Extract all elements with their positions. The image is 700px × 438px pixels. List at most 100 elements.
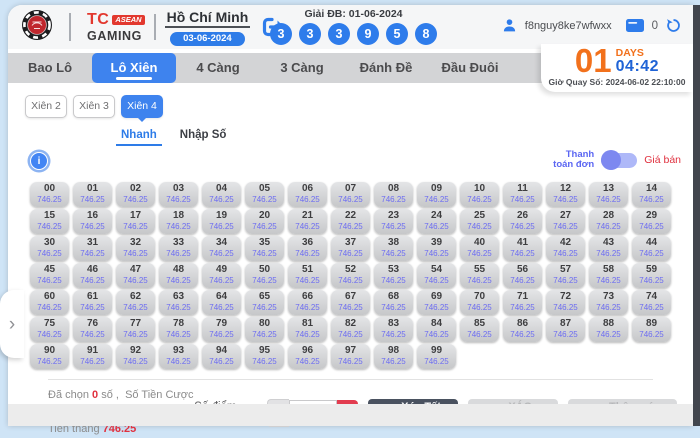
number-cell-55[interactable]: 55746.25 (460, 263, 499, 288)
number-cell-96[interactable]: 96746.25 (288, 344, 327, 369)
number-cell-45[interactable]: 45746.25 (30, 263, 69, 288)
number-cell-69[interactable]: 69746.25 (417, 290, 456, 315)
number-cell-71[interactable]: 71746.25 (503, 290, 542, 315)
number-cell-88[interactable]: 88746.25 (589, 317, 628, 342)
number-cell-94[interactable]: 94746.25 (202, 344, 241, 369)
number-cell-10[interactable]: 10746.25 (460, 182, 499, 207)
number-cell-81[interactable]: 81746.25 (288, 317, 327, 342)
tab-4-càng[interactable]: 4 Càng (176, 53, 260, 83)
number-cell-03[interactable]: 03746.25 (159, 182, 198, 207)
number-cell-62[interactable]: 62746.25 (116, 290, 155, 315)
number-cell-92[interactable]: 92746.25 (116, 344, 155, 369)
number-cell-48[interactable]: 48746.25 (159, 263, 198, 288)
number-cell-04[interactable]: 04746.25 (202, 182, 241, 207)
number-cell-93[interactable]: 93746.25 (159, 344, 198, 369)
number-cell-42[interactable]: 42746.25 (546, 236, 585, 261)
number-cell-51[interactable]: 51746.25 (288, 263, 327, 288)
number-cell-61[interactable]: 61746.25 (73, 290, 112, 315)
tab-lô-xiên[interactable]: Lô Xiên (92, 53, 176, 83)
number-cell-16[interactable]: 16746.25 (73, 209, 112, 234)
subtab-xiên-4[interactable]: Xiên 4 (121, 95, 163, 118)
number-cell-12[interactable]: 12746.25 (546, 182, 585, 207)
number-cell-68[interactable]: 68746.25 (374, 290, 413, 315)
number-cell-14[interactable]: 14746.25 (632, 182, 671, 207)
number-cell-20[interactable]: 20746.25 (245, 209, 284, 234)
number-cell-54[interactable]: 54746.25 (417, 263, 456, 288)
number-cell-23[interactable]: 23746.25 (374, 209, 413, 234)
number-cell-99[interactable]: 99746.25 (417, 344, 456, 369)
number-cell-25[interactable]: 25746.25 (460, 209, 499, 234)
number-cell-17[interactable]: 17746.25 (116, 209, 155, 234)
number-cell-07[interactable]: 07746.25 (331, 182, 370, 207)
number-cell-09[interactable]: 09746.25 (417, 182, 456, 207)
number-cell-75[interactable]: 75746.25 (30, 317, 69, 342)
number-cell-32[interactable]: 32746.25 (116, 236, 155, 261)
number-cell-29[interactable]: 29746.25 (632, 209, 671, 234)
number-cell-28[interactable]: 28746.25 (589, 209, 628, 234)
number-cell-06[interactable]: 06746.25 (288, 182, 327, 207)
number-cell-50[interactable]: 50746.25 (245, 263, 284, 288)
number-cell-40[interactable]: 40746.25 (460, 236, 499, 261)
number-cell-22[interactable]: 22746.25 (331, 209, 370, 234)
number-cell-66[interactable]: 66746.25 (288, 290, 327, 315)
number-cell-36[interactable]: 36746.25 (288, 236, 327, 261)
number-cell-60[interactable]: 60746.25 (30, 290, 69, 315)
number-cell-85[interactable]: 85746.25 (460, 317, 499, 342)
number-cell-15[interactable]: 15746.25 (30, 209, 69, 234)
number-cell-59[interactable]: 59746.25 (632, 263, 671, 288)
number-cell-53[interactable]: 53746.25 (374, 263, 413, 288)
tab-đánh-đề[interactable]: Đánh Đề (344, 53, 428, 83)
number-cell-31[interactable]: 31746.25 (73, 236, 112, 261)
number-cell-72[interactable]: 72746.25 (546, 290, 585, 315)
info-icon[interactable]: i (30, 152, 48, 170)
number-cell-79[interactable]: 79746.25 (202, 317, 241, 342)
number-cell-38[interactable]: 38746.25 (374, 236, 413, 261)
number-cell-37[interactable]: 37746.25 (331, 236, 370, 261)
number-cell-64[interactable]: 64746.25 (202, 290, 241, 315)
number-cell-63[interactable]: 63746.25 (159, 290, 198, 315)
number-cell-77[interactable]: 77746.25 (116, 317, 155, 342)
number-cell-74[interactable]: 74746.25 (632, 290, 671, 315)
number-cell-97[interactable]: 97746.25 (331, 344, 370, 369)
number-cell-33[interactable]: 33746.25 (159, 236, 198, 261)
number-cell-87[interactable]: 87746.25 (546, 317, 585, 342)
number-cell-01[interactable]: 01746.25 (73, 182, 112, 207)
number-cell-78[interactable]: 78746.25 (159, 317, 198, 342)
subtab-xiên-2[interactable]: Xiên 2 (25, 95, 67, 118)
tab-nhap-so[interactable]: Nhập Số (178, 129, 229, 146)
number-cell-52[interactable]: 52746.25 (331, 263, 370, 288)
number-cell-34[interactable]: 34746.25 (202, 236, 241, 261)
number-cell-11[interactable]: 11746.25 (503, 182, 542, 207)
number-cell-46[interactable]: 46746.25 (73, 263, 112, 288)
number-cell-80[interactable]: 80746.25 (245, 317, 284, 342)
number-cell-70[interactable]: 70746.25 (460, 290, 499, 315)
side-drawer-handle[interactable]: › (0, 290, 24, 358)
number-cell-89[interactable]: 89746.25 (632, 317, 671, 342)
number-cell-19[interactable]: 19746.25 (202, 209, 241, 234)
number-cell-83[interactable]: 83746.25 (374, 317, 413, 342)
number-cell-43[interactable]: 43746.25 (589, 236, 628, 261)
number-cell-39[interactable]: 39746.25 (417, 236, 456, 261)
number-cell-05[interactable]: 05746.25 (245, 182, 284, 207)
number-cell-98[interactable]: 98746.25 (374, 344, 413, 369)
number-cell-26[interactable]: 26746.25 (503, 209, 542, 234)
wallet-icon[interactable] (626, 19, 644, 32)
number-cell-65[interactable]: 65746.25 (245, 290, 284, 315)
number-cell-35[interactable]: 35746.25 (245, 236, 284, 261)
number-cell-21[interactable]: 21746.25 (288, 209, 327, 234)
tab-bao-lô[interactable]: Bao Lô (8, 53, 92, 83)
subtab-xiên-3[interactable]: Xiên 3 (73, 95, 115, 118)
number-cell-18[interactable]: 18746.25 (159, 209, 198, 234)
number-cell-90[interactable]: 90746.25 (30, 344, 69, 369)
tab-đầu-đuôi[interactable]: Đầu Đuôi (428, 53, 512, 83)
number-cell-86[interactable]: 86746.25 (503, 317, 542, 342)
tab-nhanh[interactable]: Nhanh (116, 129, 162, 146)
number-cell-95[interactable]: 95746.25 (245, 344, 284, 369)
number-cell-91[interactable]: 91746.25 (73, 344, 112, 369)
number-cell-00[interactable]: 00746.25 (30, 182, 69, 207)
refresh-icon[interactable] (666, 18, 681, 33)
number-cell-57[interactable]: 57746.25 (546, 263, 585, 288)
number-cell-58[interactable]: 58746.25 (589, 263, 628, 288)
number-cell-84[interactable]: 84746.25 (417, 317, 456, 342)
number-cell-67[interactable]: 67746.25 (331, 290, 370, 315)
